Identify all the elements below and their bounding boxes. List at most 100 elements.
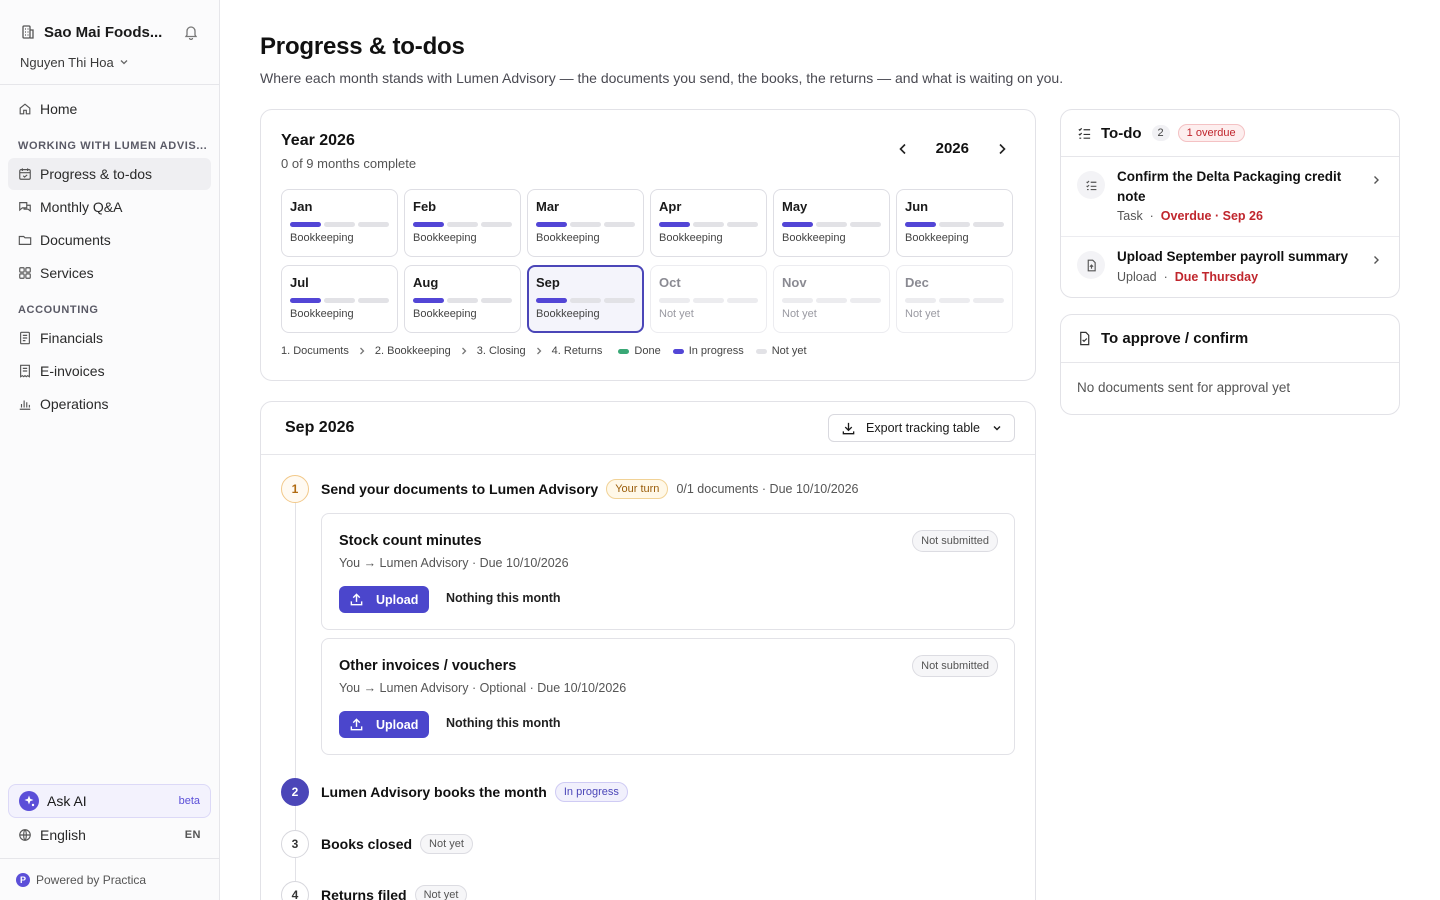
stage-bar xyxy=(727,298,758,303)
org-switcher[interactable]: Sao Mai Foods... xyxy=(0,0,219,42)
approve-empty-state: No documents sent for approval yet xyxy=(1077,380,1291,395)
month-cell-feb[interactable]: Feb Bookkeeping xyxy=(404,189,521,257)
stage-bar xyxy=(659,298,690,303)
stage-bar xyxy=(536,298,567,303)
checklist-icon xyxy=(1078,127,1091,139)
step-books-closed: 3 Books closed Not yet xyxy=(281,830,473,858)
sidebar-footer: Ask AI beta English EN P Powered by Prac… xyxy=(0,784,219,900)
nothing-this-month-button[interactable]: Nothing this month xyxy=(446,591,561,605)
stage-bar xyxy=(939,222,970,227)
upload-button[interactable]: Upload xyxy=(339,586,430,613)
step-number: 3 xyxy=(281,830,309,858)
legend-stage: 2. Bookkeeping xyxy=(374,345,451,357)
month-cell-sep-selected[interactable]: Sep Bookkeeping xyxy=(527,265,644,333)
month-cell-mar[interactable]: Mar Bookkeeping xyxy=(527,189,644,257)
month-cell-nov[interactable]: Nov Not yet xyxy=(773,265,890,333)
sidebar-item-operations[interactable]: Operations xyxy=(8,388,211,420)
stage-bar xyxy=(536,222,567,227)
status-badge: Not submitted xyxy=(912,530,998,552)
upload-button[interactable]: Upload xyxy=(339,711,430,738)
month-progress-bars xyxy=(659,298,758,303)
month-cell-jul[interactable]: Jul Bookkeeping xyxy=(281,265,398,333)
month-cell-oct[interactable]: Oct Not yet xyxy=(650,265,767,333)
todo-header: To-do 2 1 overdue xyxy=(1061,110,1399,157)
upload-icon xyxy=(350,593,363,606)
not-yet-badge: Not yet xyxy=(420,834,473,854)
todo-title: To-do xyxy=(1101,124,1142,142)
chevron-down-icon xyxy=(120,60,128,65)
sidebar-item-progress[interactable]: Progress & to-dos xyxy=(8,158,211,190)
chevron-down-icon xyxy=(993,426,1001,431)
month-name: Jun xyxy=(905,199,929,214)
chevron-left-icon[interactable] xyxy=(896,142,910,156)
section-accounting: ACCOUNTING xyxy=(18,304,99,316)
stage-bar xyxy=(413,222,444,227)
stage-bar xyxy=(973,298,1004,303)
org-name: Sao Mai Foods... xyxy=(44,23,163,41)
stage-bar xyxy=(782,222,813,227)
globe-icon xyxy=(19,829,31,841)
language-switcher[interactable]: English EN xyxy=(0,818,219,852)
todo-item[interactable]: Upload September payroll summary Upload … xyxy=(1061,237,1399,297)
bar-chart-icon xyxy=(19,400,31,410)
month-status: Bookkeeping xyxy=(659,232,723,244)
stage-bar xyxy=(850,298,881,303)
stage-bar xyxy=(850,222,881,227)
stage-bar xyxy=(447,222,478,227)
todo-item-meta: Task · Overdue · Sep 26 xyxy=(1117,209,1263,223)
month-status: Bookkeeping xyxy=(290,308,354,320)
month-cell-dec[interactable]: Dec Not yet xyxy=(896,265,1013,333)
document-title: Stock count minutes xyxy=(339,533,482,549)
legend-stage: 4. Returns xyxy=(551,345,603,357)
chevron-right-icon xyxy=(1374,256,1379,264)
sidebar-item-monthly-qa[interactable]: Monthly Q&A xyxy=(8,191,211,223)
nothing-this-month-button[interactable]: Nothing this month xyxy=(446,716,561,730)
month-progress-bars xyxy=(413,298,512,303)
section-working-with: WORKING WITH LUMEN ADVIS... xyxy=(18,140,208,152)
todo-item-status: Due Thursday xyxy=(1174,270,1259,284)
month-cell-jan[interactable]: Jan Bookkeeping xyxy=(281,189,398,257)
approve-header: To approve / confirm xyxy=(1061,315,1399,363)
user-menu[interactable]: Nguyen Thi Hoa xyxy=(0,42,219,70)
month-cell-aug[interactable]: Aug Bookkeeping xyxy=(404,265,521,333)
todo-item-meta: Upload · Due Thursday xyxy=(1117,270,1258,284)
page-title: Progress & to-dos xyxy=(260,33,465,60)
todo-item[interactable]: Confirm the Delta Packaging credit note … xyxy=(1061,157,1399,237)
month-name: Jan xyxy=(290,199,313,214)
chevron-right-icon[interactable] xyxy=(995,142,1009,156)
sidebar-item-e-invoices[interactable]: E-invoices xyxy=(8,355,211,387)
folder-icon xyxy=(18,235,32,245)
meta-separator: · xyxy=(1160,270,1175,284)
sidebar-item-documents[interactable]: Documents xyxy=(8,224,211,256)
month-name: Mar xyxy=(536,199,560,214)
month-name: Dec xyxy=(905,275,929,290)
sidebar-item-financials[interactable]: Financials xyxy=(8,322,211,354)
month-progress-bars xyxy=(290,298,389,303)
month-cell-may[interactable]: May Bookkeeping xyxy=(773,189,890,257)
sidebar-item-home[interactable]: Home xyxy=(8,93,211,125)
ask-ai-button[interactable]: Ask AI beta xyxy=(8,784,211,818)
month-cell-jun[interactable]: Jun Bookkeeping xyxy=(896,189,1013,257)
stage-bar xyxy=(481,298,512,303)
task-icon xyxy=(1077,171,1105,199)
building-icon xyxy=(22,25,34,39)
month-status: Bookkeeping xyxy=(905,232,969,244)
sidebar-item-services[interactable]: Services xyxy=(8,257,211,289)
legend-not-yet: Not yet xyxy=(771,345,807,357)
month-detail-header: Sep 2026 Export tracking table xyxy=(261,402,1035,455)
bell-icon[interactable] xyxy=(183,24,199,40)
month-status: Bookkeeping xyxy=(413,308,477,320)
stage-bar xyxy=(570,222,601,227)
sidebar-item-label: Documents xyxy=(40,232,111,248)
month-name: Nov xyxy=(782,275,807,290)
legend-done: Done xyxy=(634,345,661,357)
month-cell-apr[interactable]: Apr Bookkeeping xyxy=(650,189,767,257)
export-tracking-button[interactable]: Export tracking table xyxy=(828,414,1015,442)
legend-stage: 1. Documents xyxy=(281,345,349,357)
step-bookkeeping: 2 Lumen Advisory books the month In prog… xyxy=(281,778,628,806)
powered-by[interactable]: P Powered by Practica xyxy=(0,858,219,900)
stage-bar xyxy=(604,298,635,303)
language-code: EN xyxy=(184,829,201,841)
upload-label: Upload xyxy=(376,592,419,607)
step-meta: 0/1 documents · Due 10/10/2026 xyxy=(676,482,859,496)
